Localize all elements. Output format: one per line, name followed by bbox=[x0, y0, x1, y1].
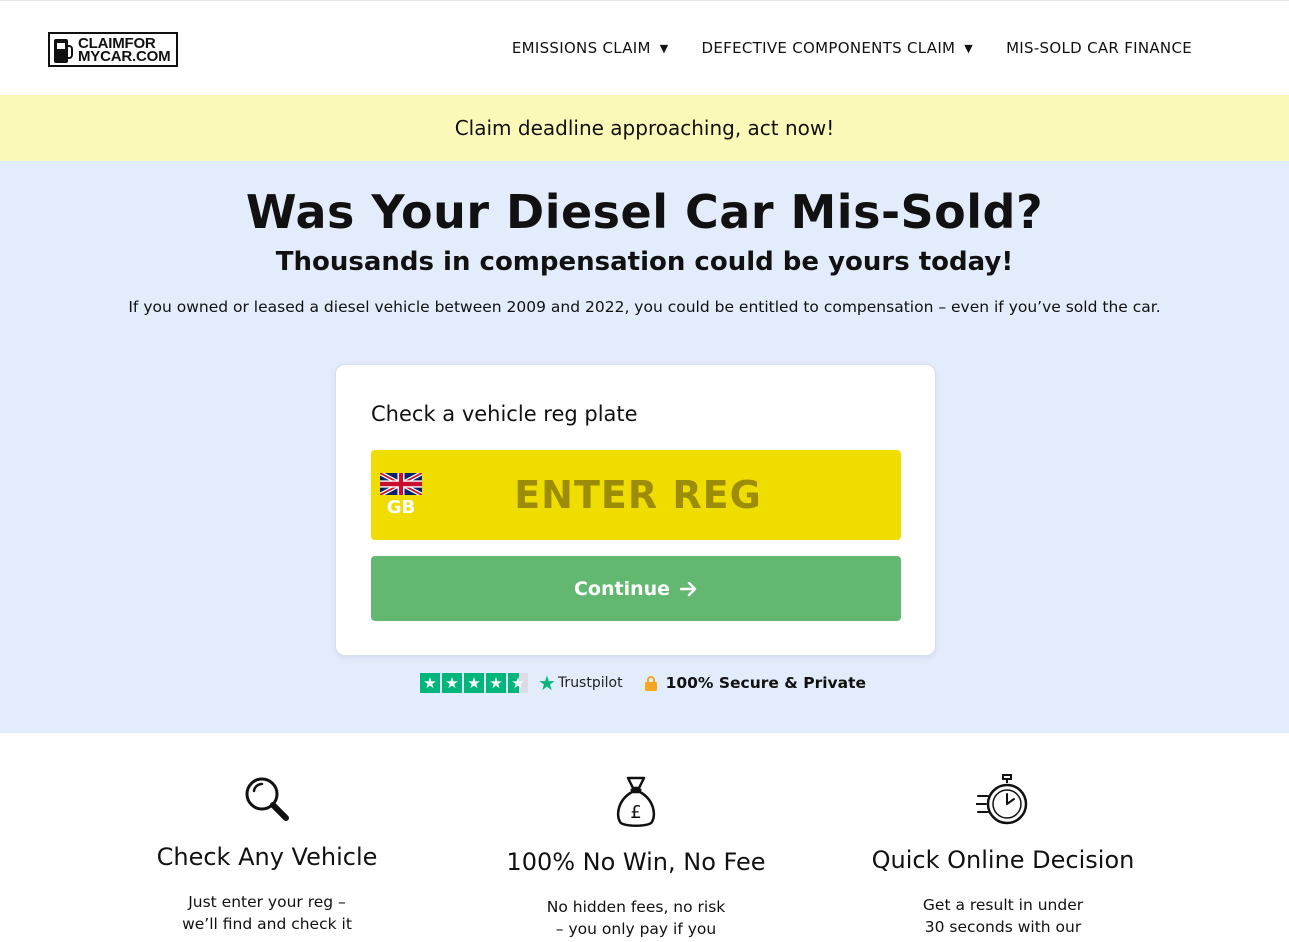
half-star-icon: ★ bbox=[508, 673, 528, 693]
feature-quick-decision: Quick Online Decision Get a result in un… bbox=[853, 774, 1153, 938]
trust-row: ★ ★ ★ ★ ★ ★ Trustpilot 100% Secure & Pri… bbox=[420, 671, 866, 695]
nav-mis-sold-car-finance[interactable]: MIS-SOLD CAR FINANCE bbox=[1006, 39, 1192, 57]
main-nav: EMISSIONS CLAIM ▼ DEFECTIVE COMPONENTS C… bbox=[479, 39, 1192, 57]
caret-down-icon: ▼ bbox=[659, 41, 669, 55]
trustpilot-star-icon: ★ bbox=[538, 671, 556, 695]
union-jack-icon bbox=[380, 473, 422, 495]
logo-line-2: MYCAR.COM bbox=[78, 47, 171, 65]
star-icon: ★ bbox=[442, 673, 462, 693]
feature-desc-line: Get a result in under bbox=[922, 896, 1084, 914]
feature-desc-line: No hidden fees, no risk bbox=[546, 898, 726, 916]
hero-description: If you owned or leased a diesel vehicle … bbox=[128, 298, 1161, 316]
reg-check-card: Check a vehicle reg plate GB Continue bbox=[335, 364, 936, 656]
fuel-pump-icon bbox=[54, 37, 74, 63]
nav-label: MIS-SOLD CAR FINANCE bbox=[1006, 39, 1192, 57]
nav-label: EMISSIONS CLAIM bbox=[511, 39, 651, 57]
secure-label: 100% Secure & Private bbox=[665, 674, 867, 692]
feature-desc-line: 30 seconds with our bbox=[924, 918, 1082, 936]
banner-text: Claim deadline approaching, act now! bbox=[454, 116, 835, 140]
reg-plate-input[interactable] bbox=[371, 450, 901, 540]
feature-check-vehicle: Check Any Vehicle Just enter your reg – … bbox=[117, 774, 417, 935]
lock-icon bbox=[644, 676, 657, 691]
deadline-banner: Claim deadline approaching, act now! bbox=[0, 95, 1289, 161]
feature-no-win-no-fee: £ 100% No Win, No Fee No hidden fees, no… bbox=[486, 774, 786, 940]
feature-desc-line: we’ll find and check it bbox=[182, 915, 352, 933]
secure-badge: 100% Secure & Private bbox=[644, 674, 867, 692]
svg-text:£: £ bbox=[630, 802, 641, 823]
site-header: CLAIMFOR MYCAR.COM EMISSIONS CLAIM ▼ DEF… bbox=[0, 0, 1289, 95]
plate-country-code: GB bbox=[386, 497, 416, 518]
star-icon: ★ bbox=[464, 673, 484, 693]
star-icon: ★ bbox=[486, 673, 506, 693]
hero-subtitle: Thousands in compensation could be yours… bbox=[275, 247, 1014, 277]
feature-title: Quick Online Decision bbox=[871, 846, 1135, 874]
continue-label: Continue bbox=[573, 577, 671, 600]
feature-desc-line: Just enter your reg – bbox=[188, 893, 346, 911]
site-logo[interactable]: CLAIMFOR MYCAR.COM bbox=[48, 32, 178, 67]
arrow-right-icon bbox=[680, 581, 697, 596]
stopwatch-icon bbox=[976, 774, 1028, 825]
magnifier-icon bbox=[245, 777, 289, 821]
hero-section: Was Your Diesel Car Mis-Sold? Thousands … bbox=[0, 161, 1289, 733]
continue-button[interactable]: Continue bbox=[371, 556, 901, 621]
feature-title: Check Any Vehicle bbox=[156, 843, 378, 871]
feature-description: Get a result in under 30 seconds with ou… bbox=[853, 894, 1153, 938]
nav-defective-components-claim[interactable]: DEFECTIVE COMPONENTS CLAIM ▼ bbox=[702, 39, 974, 57]
reg-check-title: Check a vehicle reg plate bbox=[371, 402, 638, 426]
feature-title: 100% No Win, No Fee bbox=[506, 848, 766, 876]
nav-emissions-claim[interactable]: EMISSIONS CLAIM ▼ bbox=[512, 39, 669, 57]
star-icon: ★ bbox=[420, 673, 440, 693]
caret-down-icon: ▼ bbox=[964, 41, 974, 55]
logo-text: CLAIMFOR MYCAR.COM bbox=[78, 36, 171, 65]
trustpilot-logo[interactable]: ★ Trustpilot bbox=[538, 671, 623, 695]
nav-label: DEFECTIVE COMPONENTS CLAIM bbox=[701, 39, 956, 57]
trustpilot-label: Trustpilot bbox=[557, 675, 623, 691]
trustpilot-stars: ★ ★ ★ ★ ★ bbox=[420, 673, 528, 693]
hero-title: Was Your Diesel Car Mis-Sold? bbox=[245, 185, 1044, 239]
feature-desc-line: – you only pay if you bbox=[555, 920, 717, 938]
feature-description: No hidden fees, no risk – you only pay i… bbox=[486, 896, 786, 940]
reg-plate: GB bbox=[371, 450, 901, 540]
money-bag-icon: £ bbox=[616, 776, 656, 827]
feature-description: Just enter your reg – we’ll find and che… bbox=[117, 891, 417, 935]
